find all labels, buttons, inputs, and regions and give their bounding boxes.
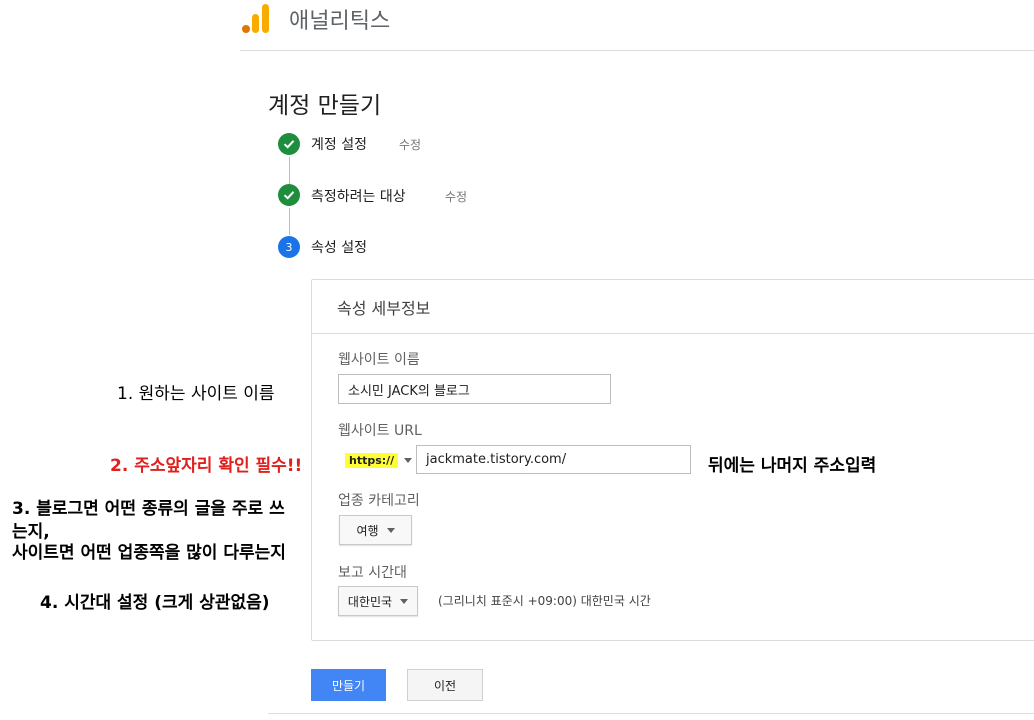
app-title: 애널리틱스 [289,9,391,34]
site-name-input[interactable]: 소시민 JACK의 블로그 [338,374,611,404]
annotation-category-3: 사이트면 어떤 업종쪽을 많이 다루는지 [12,543,286,563]
annotation-timezone: 4. 시간대 설정 (크게 상관없음) [40,593,270,613]
step-connector [289,157,290,184]
logo-bar-icon [242,25,250,33]
annotation-url-rest: 뒤에는 나머지 주소입력 [708,456,877,476]
site-url-input[interactable]: jackmate.tistory.com/ [416,445,691,474]
category-value: 여행 [356,523,379,538]
site-name-label: 웹사이트 이름 [338,352,420,368]
card-divider [312,333,1034,334]
analytics-logo[interactable] [242,3,270,33]
step-connector [289,208,290,235]
annotation-site-name: 1. 원하는 사이트 이름 [117,384,275,404]
step-edit-link-target[interactable]: 수정 [445,188,467,205]
step-label-account: 계정 설정 [311,137,367,153]
previous-button[interactable]: 이전 [407,669,483,701]
annotation-category-1: 3. 블로그면 어떤 종류의 글을 주로 쓰 [12,499,285,519]
site-url-label: 웹사이트 URL [338,423,422,439]
step-label-target: 측정하려는 대상 [311,189,406,205]
step-edit-link-account[interactable]: 수정 [399,136,421,153]
step-complete-check-icon [278,184,300,206]
dropdown-arrow-icon [386,527,395,533]
timezone-country-dropdown[interactable]: 대한민국 [338,586,418,616]
category-dropdown[interactable]: 여행 [339,515,412,545]
create-button[interactable]: 만들기 [311,669,386,701]
step-current-number: 3 [278,236,300,258]
header-divider [240,50,1034,51]
timezone-country-value: 대한민국 [347,594,393,609]
page-title: 계정 만들기 [268,93,382,119]
bottom-divider [268,713,1034,714]
protocol-select[interactable]: https:// [339,447,415,473]
timezone-text: (그리니치 표준시 +09:00) 대한민국 시간 [438,594,651,608]
timezone-label: 보고 시간대 [338,565,407,581]
category-label: 업종 카테고리 [338,493,420,509]
logo-bar-icon [262,4,269,33]
dropdown-arrow-icon [404,457,413,463]
step-complete-check-icon [278,133,300,155]
logo-bar-icon [252,14,259,33]
protocol-value: https:// [345,452,399,468]
dropdown-arrow-icon [400,598,409,604]
card-title: 속성 세부정보 [337,299,431,318]
step-label-property: 속성 설정 [311,240,367,256]
annotation-protocol: 2. 주소앞자리 확인 필수!! [110,456,303,476]
